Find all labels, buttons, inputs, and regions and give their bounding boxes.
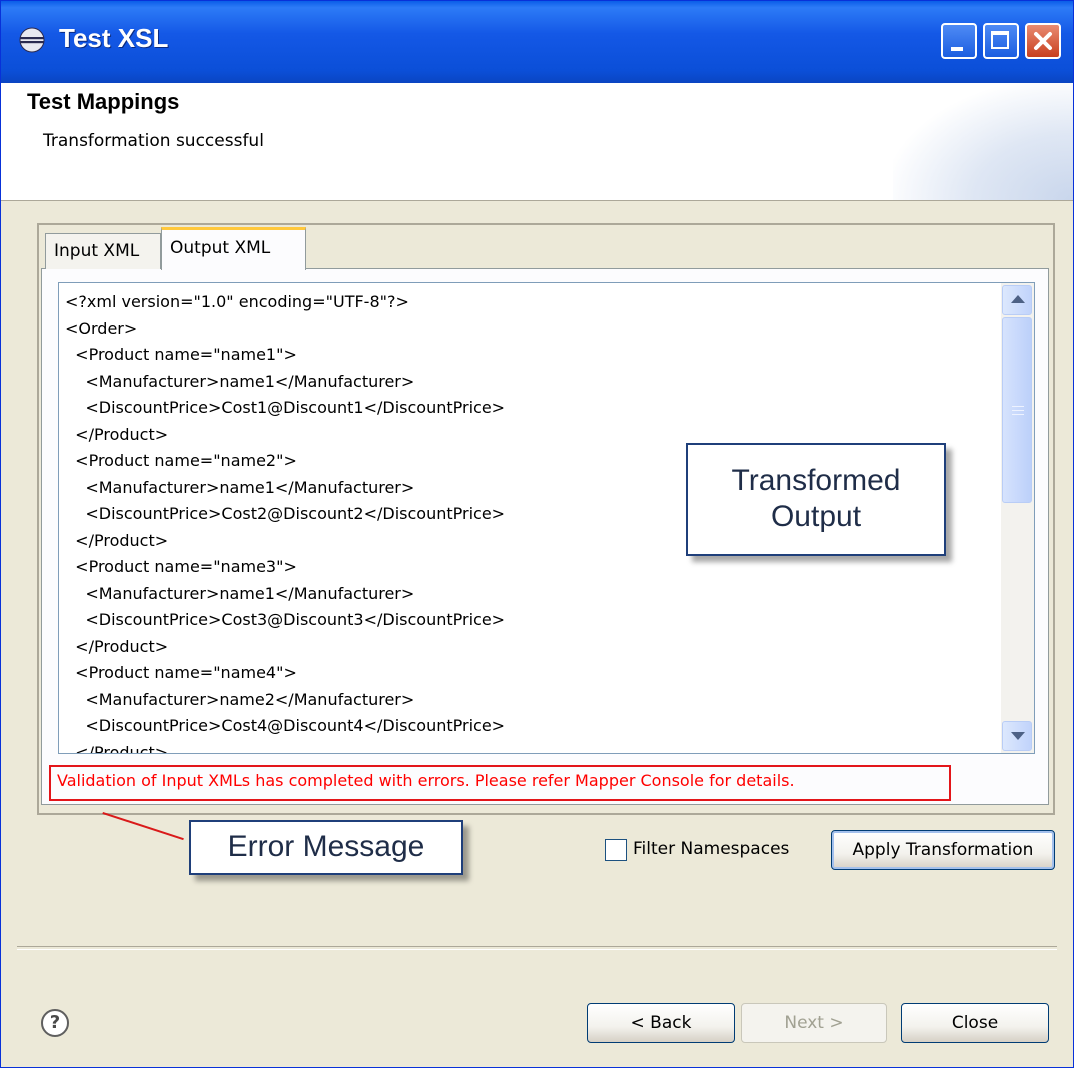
xml-line: <Product name="name1">: [65, 345, 297, 364]
xml-lines: <?xml version="1.0" encoding="UTF-8"?> <…: [65, 289, 506, 754]
help-icon[interactable]: ?: [41, 1009, 69, 1037]
xml-line: <?xml version="1.0" encoding="UTF-8"?>: [65, 292, 409, 311]
callout-line: Transformed: [731, 464, 901, 497]
scroll-up-button[interactable]: [1002, 285, 1032, 315]
filter-namespaces-label[interactable]: Filter Namespaces: [633, 839, 789, 859]
xml-line: <DiscountPrice>Cost3@Discount3</Discount…: [65, 610, 506, 629]
dialog-header: Test Mappings Transformation successful: [1, 83, 1073, 201]
callout-line: Output: [770, 500, 862, 533]
minimize-icon: [951, 47, 963, 51]
xml-line: <DiscountPrice>Cost1@Discount1</Discount…: [65, 398, 506, 417]
xml-line: <Manufacturer>name1</Manufacturer>: [65, 583, 415, 603]
xml-line: <DiscountPrice>Cost4@Discount4</Discount…: [65, 716, 506, 735]
xml-line: <Order>: [65, 318, 138, 338]
xml-line: <Product name="name4">: [65, 663, 297, 682]
next-button[interactable]: Next >: [741, 1003, 887, 1043]
vertical-scrollbar[interactable]: [1001, 283, 1034, 753]
xml-line: </Product>: [65, 636, 169, 656]
grip-line: [1012, 410, 1024, 411]
apply-transformation-button[interactable]: Apply Transformation: [831, 830, 1055, 870]
scrollbar-thumb[interactable]: [1002, 317, 1032, 503]
close-icon: [1034, 32, 1052, 50]
footer-separator: [17, 946, 1057, 950]
test-xsl-dialog: Test XSL Test Mappings Transformation su…: [0, 0, 1074, 1068]
grip-line: [1012, 406, 1024, 407]
maximize-button[interactable]: [983, 23, 1019, 59]
title-bar[interactable]: Test XSL: [1, 1, 1073, 83]
minimize-button[interactable]: [941, 23, 977, 59]
chevron-down-icon: [1011, 732, 1025, 740]
xml-line: <Manufacturer>name1</Manufacturer>: [65, 371, 415, 391]
tab-input-xml[interactable]: Input XML: [45, 233, 161, 269]
status-message: Transformation successful: [43, 131, 264, 151]
header-decoration: [893, 83, 1073, 200]
filter-namespaces-checkbox[interactable]: [605, 839, 627, 861]
chevron-up-icon: [1011, 295, 1025, 303]
close-window-button[interactable]: [1025, 23, 1061, 59]
tab-output-xml[interactable]: Output XML: [161, 227, 306, 270]
xml-line: <DiscountPrice>Cost2@Discount2</Discount…: [65, 504, 506, 523]
callout-pointer-line: [102, 812, 184, 841]
error-message: Validation of Input XMLs has completed w…: [57, 771, 795, 790]
xml-line: </Product>: [65, 742, 169, 754]
xml-line: <Manufacturer>name1</Manufacturer>: [65, 477, 415, 497]
maximize-icon: [991, 31, 1009, 49]
error-message-callout: Error Message: [189, 820, 463, 875]
xml-line: </Product>: [65, 530, 169, 550]
xml-line: </Product>: [65, 424, 169, 444]
page-title: Test Mappings: [27, 89, 180, 114]
xml-line: <Product name="name2">: [65, 451, 297, 470]
xml-line: <Manufacturer>name2</Manufacturer>: [65, 689, 415, 709]
close-button[interactable]: Close: [901, 1003, 1049, 1043]
transformed-output-callout: Transformed Output: [686, 443, 946, 556]
grip-line: [1012, 414, 1024, 415]
back-button[interactable]: < Back: [587, 1003, 735, 1043]
window-title: Test XSL: [59, 23, 169, 53]
eclipse-icon: [19, 27, 45, 53]
scroll-down-button[interactable]: [1002, 721, 1032, 751]
xml-line: <Product name="name3">: [65, 557, 297, 576]
